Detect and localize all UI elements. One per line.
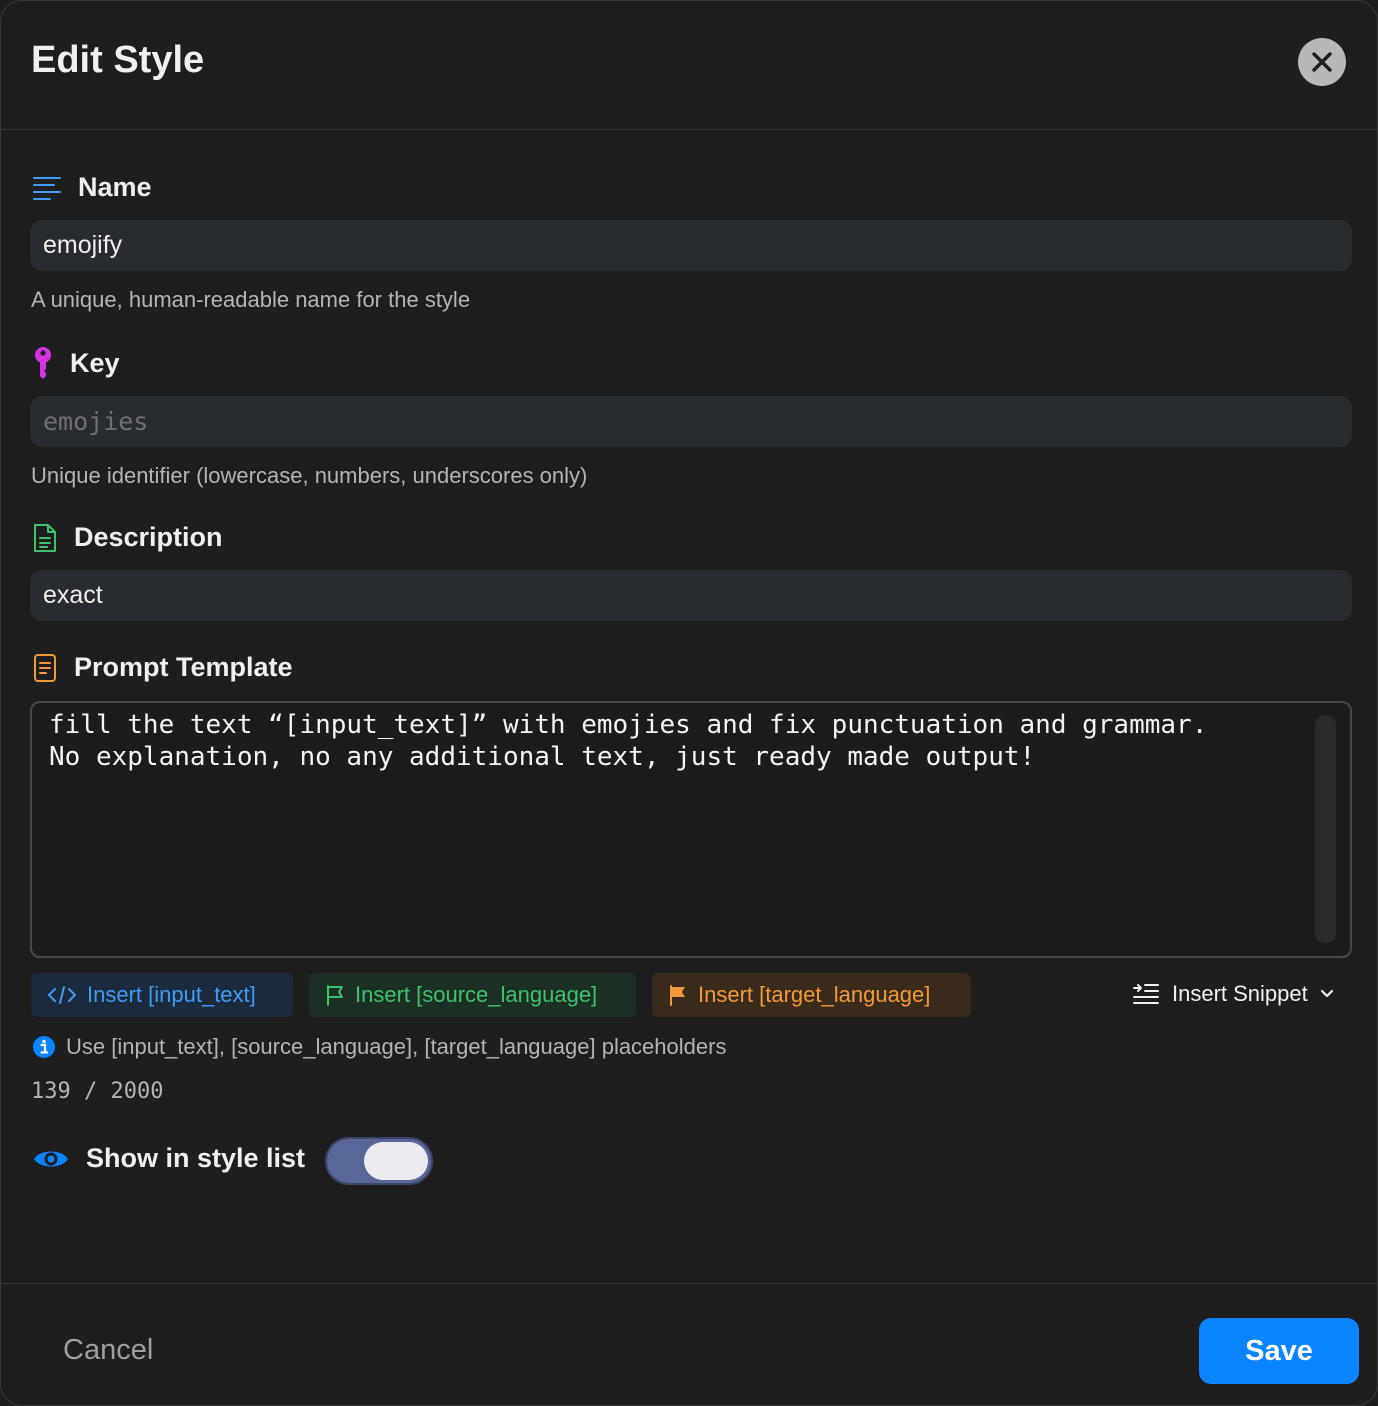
name-help-text: A unique, human-readable name for the st…: [31, 287, 471, 312]
code-icon: [48, 986, 76, 1004]
insert-source-language-button[interactable]: Insert [source_language]: [309, 973, 636, 1017]
key-help-text: Unique identifier (lowercase, numbers, u…: [31, 463, 588, 488]
insert-source-language-label: Insert [source_language]: [355, 982, 598, 1007]
insert-target-language-button[interactable]: Insert [target_language]: [652, 973, 971, 1017]
close-button[interactable]: [1298, 38, 1346, 86]
key-input[interactable]: emojies: [30, 396, 1352, 447]
cancel-button[interactable]: Cancel: [63, 1334, 153, 1367]
dialog-header: Edit Style: [1, 1, 1377, 130]
character-counter: 139 / 2000: [31, 1079, 164, 1104]
dialog-footer: Cancel Save: [1, 1283, 1377, 1405]
prompt-textarea[interactable]: fill the text “[input_text]” with emojie…: [30, 701, 1352, 958]
insert-target-language-label: Insert [target_language]: [698, 982, 931, 1007]
flag-filled-icon: [670, 985, 685, 1006]
description-label-row: Description: [32, 522, 223, 553]
description-input[interactable]: exact: [30, 570, 1352, 621]
key-input-placeholder: emojies: [43, 407, 149, 436]
dialog-title: Edit Style: [31, 39, 205, 81]
document-icon: [32, 523, 58, 553]
info-icon: [33, 1036, 55, 1058]
key-icon: [32, 346, 54, 380]
eye-icon: [34, 1151, 68, 1166]
insert-input-text-label: Insert [input_text]: [87, 982, 256, 1007]
placeholder-info: Use [input_text], [source_language], [ta…: [32, 1034, 726, 1060]
prompt-label: Prompt Template: [74, 652, 293, 682]
show-in-list-label: Show in style list: [86, 1143, 306, 1173]
show-in-list-row: Show in style list: [32, 1143, 305, 1174]
name-label: Name: [78, 172, 152, 202]
notes-icon: [32, 653, 58, 683]
save-button[interactable]: Save: [1199, 1318, 1359, 1384]
description-input-value: exact: [43, 581, 103, 609]
show-in-list-toggle[interactable]: [325, 1137, 433, 1185]
placeholder-info-text: Use [input_text], [source_language], [ta…: [66, 1034, 727, 1059]
list-insert-icon: [1133, 984, 1159, 1004]
flag-outline-icon: [327, 985, 343, 1006]
key-label: Key: [70, 347, 120, 378]
name-label-row: Name: [32, 172, 152, 203]
toggle-knob: [364, 1142, 428, 1180]
key-label-row: Key: [32, 346, 120, 380]
prompt-scrollbar[interactable]: [1315, 715, 1336, 943]
name-input[interactable]: emojify: [30, 220, 1352, 271]
chevron-down-icon: [1320, 989, 1333, 998]
insert-snippet-dropdown[interactable]: Insert Snippet: [1132, 981, 1334, 1007]
insert-input-text-button[interactable]: Insert [input_text]: [31, 973, 293, 1017]
insert-snippet-label: Insert Snippet: [1172, 981, 1308, 1006]
name-input-value: emojify: [43, 231, 123, 259]
edit-style-dialog: Edit Style Name emojify A unique, human-…: [0, 0, 1378, 1406]
description-label: Description: [74, 522, 223, 552]
lines-icon: [32, 175, 62, 201]
prompt-label-row: Prompt Template: [32, 652, 293, 683]
close-icon: [1312, 52, 1332, 72]
